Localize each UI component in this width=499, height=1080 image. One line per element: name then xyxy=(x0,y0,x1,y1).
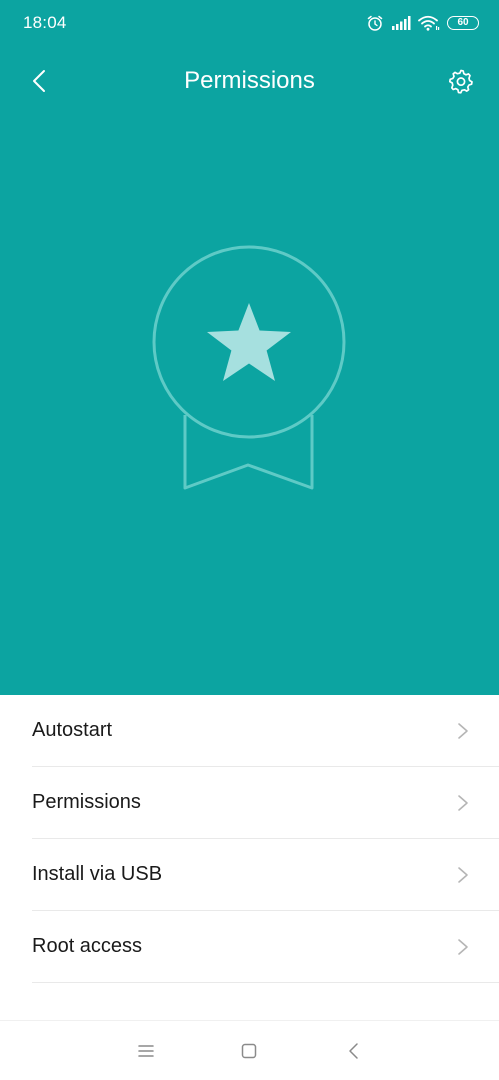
menu-item-label: Autostart xyxy=(32,719,113,741)
page-title: Permissions xyxy=(184,67,315,94)
back-icon xyxy=(349,1043,358,1059)
chevron-right-icon xyxy=(458,867,468,883)
chevron-right-icon xyxy=(458,795,468,811)
status-icons: 60 xyxy=(366,12,479,34)
system-nav-bar xyxy=(0,1020,499,1080)
nav-menu-button[interactable] xyxy=(134,1039,158,1063)
chevron-right-icon xyxy=(458,939,468,955)
battery-icon: 60 xyxy=(447,16,479,30)
app-bar: Permissions xyxy=(0,56,499,106)
battery-level: 60 xyxy=(457,17,469,28)
nav-back-button[interactable] xyxy=(342,1039,366,1063)
status-time: 18:04 xyxy=(23,13,67,32)
menu-item-permissions[interactable]: Permissions xyxy=(32,767,499,839)
chevron-right-icon xyxy=(458,723,468,739)
star-medal-illustration xyxy=(150,243,350,495)
menu-item-label: Install via USB xyxy=(32,863,163,885)
gear-icon xyxy=(448,69,473,94)
menu-item-root-access[interactable]: Root access xyxy=(32,911,499,983)
hero-header: 18:04 60 Permissions xyxy=(0,0,499,695)
menu-item-label: Permissions xyxy=(32,791,141,813)
home-icon xyxy=(241,1043,257,1059)
menu-icon xyxy=(138,1045,154,1057)
alarm-icon xyxy=(366,14,384,32)
signal-icon xyxy=(391,15,411,31)
menu-list: Autostart Permissions Install via USB Ro… xyxy=(0,695,499,983)
wifi-icon xyxy=(418,15,440,31)
nav-home-button[interactable] xyxy=(237,1039,261,1063)
settings-button[interactable] xyxy=(447,67,475,95)
menu-item-install-via-usb[interactable]: Install via USB xyxy=(32,839,499,911)
status-bar: 18:04 60 xyxy=(0,0,499,46)
menu-item-label: Root access xyxy=(32,935,143,957)
star-medal-icon xyxy=(152,245,346,490)
menu-item-autostart[interactable]: Autostart xyxy=(32,695,499,767)
screen: 18:04 60 Permissions Autostart Permissio… xyxy=(0,0,499,1080)
